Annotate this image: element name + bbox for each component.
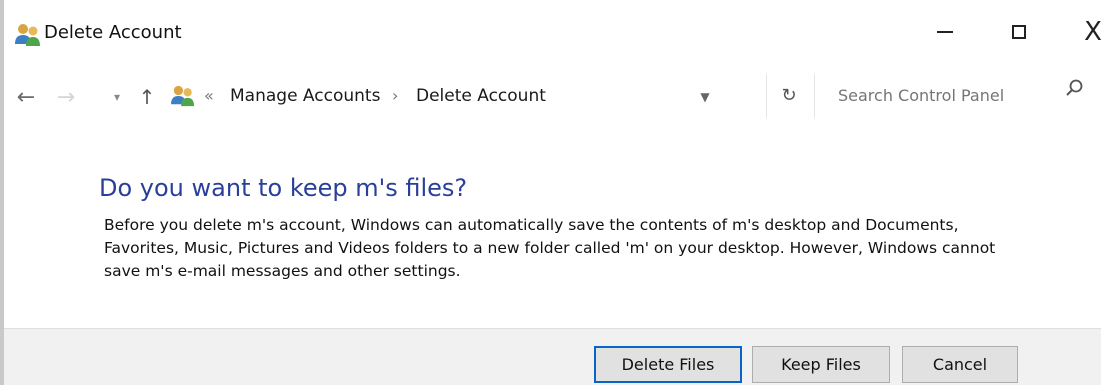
up-button[interactable]: ↑ [134,82,160,112]
cancel-button[interactable]: Cancel [902,346,1018,383]
description-text: Before you delete m's account, Windows c… [104,216,996,280]
page-heading: Do you want to keep m's files? [99,174,468,202]
window-title: Delete Account [44,22,182,43]
keep-files-button[interactable]: Keep Files [752,346,890,383]
breadcrumb-overflow[interactable]: « [204,86,214,105]
refresh-button[interactable]: ↻ [774,80,804,110]
address-bar[interactable]: « Manage Accounts › Delete Account ▼ [164,74,744,118]
users-icon [14,22,42,48]
up-arrow-icon: ↑ [138,85,156,109]
close-icon: X [1084,17,1101,47]
forward-arrow-icon: → [56,84,76,110]
search-box[interactable] [814,74,1078,118]
minimize-icon [937,31,953,33]
back-button[interactable]: ← [10,82,42,112]
chevron-down-icon: ▼ [700,90,710,104]
search-input[interactable] [838,86,1078,105]
refresh-icon: ↻ [781,84,797,106]
title-bar[interactable]: Delete Account X [4,0,1101,62]
search-icon[interactable] [1063,76,1087,100]
maximize-button[interactable] [996,12,1042,52]
maximize-icon [1012,25,1026,39]
forward-button[interactable]: → [50,82,82,112]
delete-files-button[interactable]: Delete Files [594,346,742,383]
users-icon [170,84,196,108]
recent-locations-button[interactable]: ▾ [106,84,128,110]
breadcrumb-manage-accounts[interactable]: Manage Accounts [230,86,380,106]
close-button[interactable]: X [1070,12,1101,52]
minimize-button[interactable] [922,12,968,52]
address-dropdown-button[interactable]: ▼ [694,87,716,107]
divider [766,74,767,118]
delete-account-window: Delete Account X ← → ▾ ↑ « Manage Accoun… [0,0,1101,385]
chevron-down-icon: ▾ [113,90,121,104]
breadcrumb-delete-account[interactable]: Delete Account [416,86,546,106]
breadcrumb-separator[interactable]: › [392,86,398,105]
back-arrow-icon: ← [16,84,36,110]
